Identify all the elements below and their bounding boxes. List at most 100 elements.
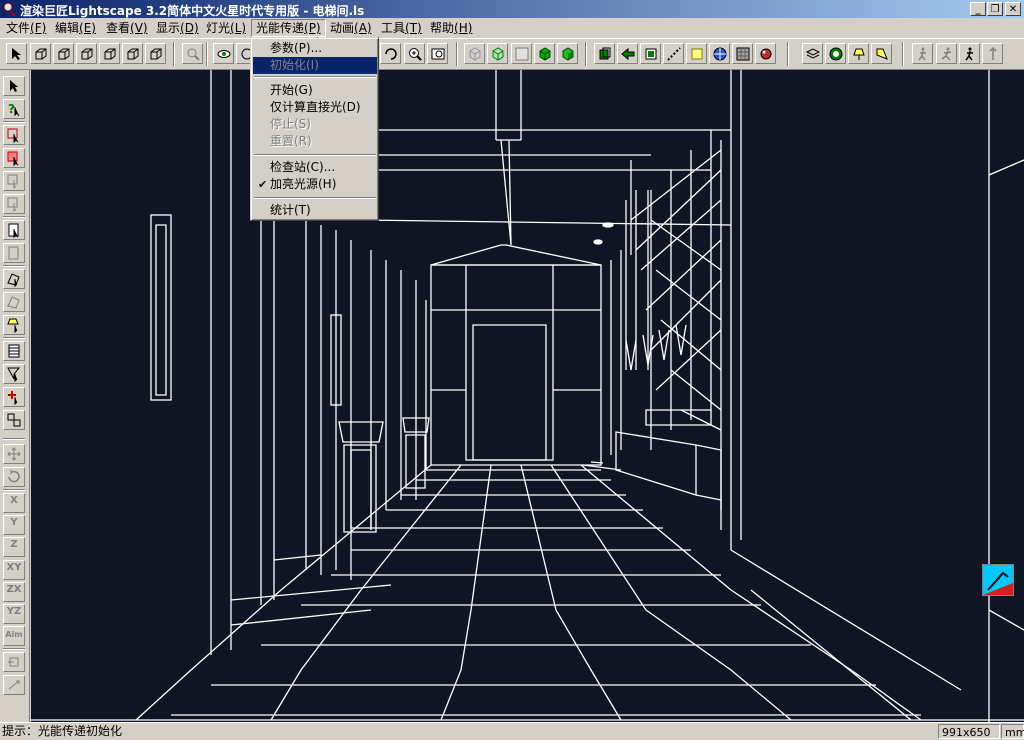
- menu-item-direct-light[interactable]: 仅计算直接光(D): [253, 99, 377, 116]
- menu-item-reset[interactable]: 重置(R): [253, 133, 377, 150]
- filter-select-icon[interactable]: [3, 364, 25, 384]
- menu-bar: 文件(F) 编辑(E) 查看(V) 显示(D) 灯光(L) 光能传递(P) 动画…: [0, 18, 1024, 38]
- wireframe-scene: [31, 70, 1024, 722]
- render-sphere-icon[interactable]: [755, 43, 776, 64]
- side-separator: [3, 337, 25, 339]
- orientation-indicator-icon[interactable]: [982, 564, 1014, 596]
- menu-edit[interactable]: 编辑(E): [51, 20, 100, 36]
- side-separator: [3, 265, 25, 267]
- radiosity-dropdown-menu: 参数(P)... 初始化(I) 开始(G) 仅计算直接光(D) 停止(S) 重置…: [250, 37, 379, 221]
- axis-x-button[interactable]: X: [3, 493, 25, 513]
- cube-view-1-icon[interactable]: [30, 43, 51, 64]
- menu-view[interactable]: 查看(V): [102, 20, 152, 36]
- cube-view-4-icon[interactable]: [99, 43, 120, 64]
- select-arrow-icon[interactable]: [3, 76, 25, 96]
- yellow-square-icon[interactable]: [686, 43, 707, 64]
- zoom-in-icon[interactable]: [404, 43, 425, 64]
- walk-icon[interactable]: [959, 43, 980, 64]
- side-toolbar: ? X Y Z XY ZX YZ Aim: [0, 70, 30, 722]
- menu-item-initialize[interactable]: 初始化(I): [253, 57, 377, 74]
- menu-item-highlight-lights-label: 加亮光源(H): [270, 177, 337, 191]
- lamp-icon[interactable]: [848, 43, 869, 64]
- vertical-arrow-icon[interactable]: [982, 43, 1003, 64]
- light-arrow-icon[interactable]: [617, 43, 638, 64]
- solid-cube-icon[interactable]: [534, 43, 555, 64]
- layer-green-icon[interactable]: [594, 43, 615, 64]
- cube-view-6-icon[interactable]: [145, 43, 166, 64]
- sphere-mesh-icon[interactable]: [709, 43, 730, 64]
- textured-cube-icon[interactable]: [557, 43, 578, 64]
- plane-yz-button[interactable]: YZ: [3, 604, 25, 624]
- side-separator: [3, 216, 25, 218]
- select-window-icon[interactable]: [3, 148, 25, 168]
- menu-separator: [254, 154, 376, 156]
- menu-light[interactable]: 灯光(L): [202, 20, 250, 36]
- menu-radiosity[interactable]: 光能传递(P): [251, 19, 326, 37]
- toolbar-separator: [585, 42, 587, 66]
- menu-help[interactable]: 帮助(H): [426, 20, 476, 36]
- window-title: 渲染巨匠Lightscape 3.2简体中文火星时代专用版 - 电梯间.ls: [20, 4, 365, 18]
- material-globe-icon[interactable]: [825, 43, 846, 64]
- select-pointer-icon[interactable]: [6, 43, 27, 64]
- minimize-button[interactable]: _: [970, 2, 986, 16]
- close-button[interactable]: ✕: [1005, 2, 1021, 16]
- zoom-window-icon[interactable]: [427, 43, 448, 64]
- wireframe-cube-icon[interactable]: [464, 43, 485, 64]
- aim-button[interactable]: Aim: [3, 626, 25, 646]
- query-icon[interactable]: ?: [3, 99, 25, 119]
- plane-xy-button[interactable]: XY: [3, 560, 25, 580]
- dotted-line-icon[interactable]: [663, 43, 684, 64]
- select-disabled-2-icon[interactable]: [3, 194, 25, 214]
- walk-disabled-icon[interactable]: [912, 43, 933, 64]
- surface-disabled-icon[interactable]: [3, 292, 25, 312]
- menu-item-stop[interactable]: 停止(S): [253, 116, 377, 133]
- pan-view-icon[interactable]: [380, 43, 401, 64]
- doc-disabled-icon[interactable]: [3, 243, 25, 263]
- select-disabled-1-icon[interactable]: [3, 171, 25, 191]
- status-resolution: 991x650: [938, 724, 1000, 739]
- menu-display[interactable]: 显示(D): [152, 20, 203, 36]
- hidden-line-cube-icon[interactable]: [487, 43, 508, 64]
- menu-item-checkpoint[interactable]: 检查站(C)...: [253, 159, 377, 176]
- undo-disabled-icon[interactable]: [3, 652, 25, 672]
- move-disabled-icon[interactable]: [3, 444, 25, 464]
- grid-pattern-icon[interactable]: [732, 43, 753, 64]
- layer-table-icon[interactable]: [3, 341, 25, 361]
- zoom-disabled-icon[interactable]: [182, 43, 203, 64]
- axis-z-button[interactable]: Z: [3, 537, 25, 557]
- plane-zx-button[interactable]: ZX: [3, 582, 25, 602]
- cube-view-5-icon[interactable]: [122, 43, 143, 64]
- menu-item-highlight-lights[interactable]: ✔ 加亮光源(H): [253, 176, 377, 193]
- add-select-icon[interactable]: [3, 387, 25, 407]
- surface-select-icon[interactable]: [3, 269, 25, 289]
- light-select-icon[interactable]: [3, 315, 25, 335]
- group-select-icon[interactable]: [3, 410, 25, 430]
- surface-icon[interactable]: [640, 43, 661, 64]
- menu-item-start[interactable]: 开始(G): [253, 82, 377, 99]
- flat-shade-icon[interactable]: [511, 43, 532, 64]
- menu-animation[interactable]: 动画(A): [326, 20, 376, 36]
- cube-view-2-icon[interactable]: [53, 43, 74, 64]
- redo-disabled-icon[interactable]: [3, 675, 25, 695]
- cube-view-3-icon[interactable]: [76, 43, 97, 64]
- toolbar-separator: [173, 42, 175, 66]
- eye-view-icon[interactable]: [213, 43, 234, 64]
- restore-button[interactable]: ❐: [987, 2, 1003, 16]
- main-toolbar: [0, 38, 1024, 70]
- doc-select-icon[interactable]: [3, 220, 25, 240]
- side-separator: [3, 648, 25, 650]
- 3d-viewport[interactable]: [31, 70, 1024, 722]
- rotate-disabled-icon[interactable]: [3, 467, 25, 487]
- run-disabled-icon[interactable]: [936, 43, 957, 64]
- menu-item-statistics[interactable]: 统计(T): [253, 202, 377, 219]
- spotlight-icon[interactable]: [871, 43, 892, 64]
- status-units: mm: [1001, 724, 1024, 739]
- status-bar: 提示：光能传递初始化 991x650 mm: [0, 722, 1024, 740]
- menu-item-parameters[interactable]: 参数(P)...: [253, 40, 377, 57]
- layers-stack-icon[interactable]: [802, 43, 823, 64]
- menu-tools[interactable]: 工具(T): [377, 20, 426, 36]
- select-red-box-icon[interactable]: [3, 125, 25, 145]
- menu-file[interactable]: 文件(F): [2, 20, 50, 36]
- side-separator: [3, 121, 25, 123]
- axis-y-button[interactable]: Y: [3, 515, 25, 535]
